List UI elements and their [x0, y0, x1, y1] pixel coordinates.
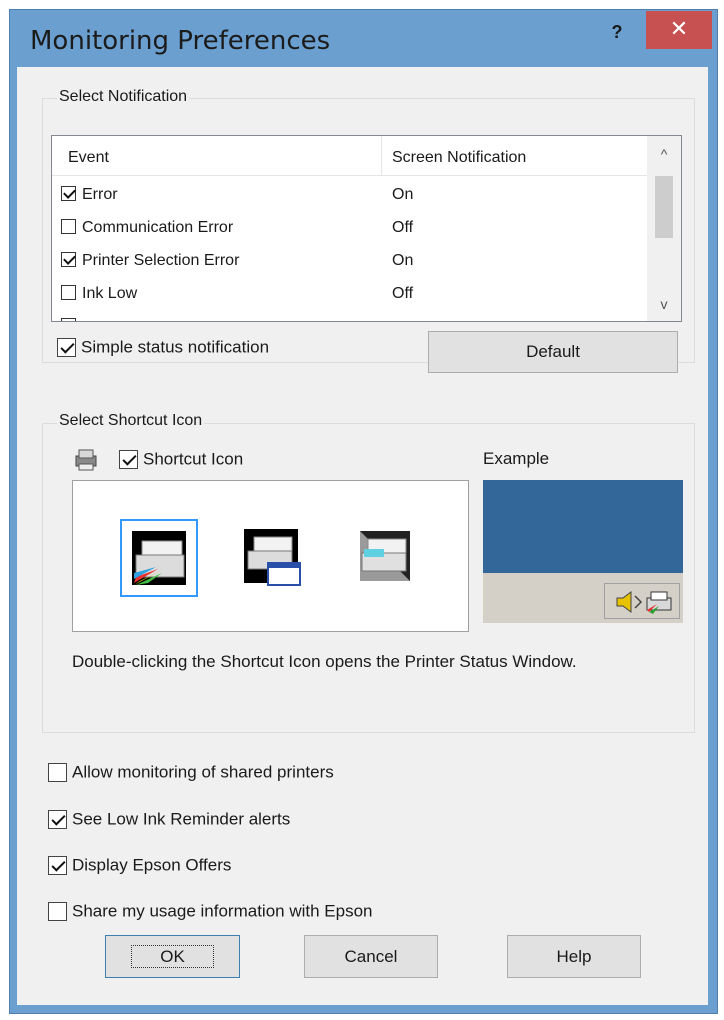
shortcut-icon-option-2[interactable] — [234, 519, 312, 597]
event-checkbox[interactable] — [61, 219, 76, 234]
option-checkbox[interactable] — [48, 763, 67, 783]
list-scrollbar[interactable]: ^ v — [647, 136, 681, 321]
option-label: Share my usage information with Epson — [72, 901, 373, 921]
event-status: On — [392, 252, 414, 269]
tray-icons — [616, 591, 672, 614]
option-low-ink-alerts[interactable]: See Low Ink Reminder alerts — [48, 809, 290, 830]
scroll-down-icon[interactable]: v — [647, 296, 681, 312]
option-checkbox[interactable] — [48, 856, 67, 876]
printer-color-icon — [132, 531, 186, 585]
shortcut-description: Double-clicking the Shortcut Icon opens … — [72, 652, 577, 671]
simple-status-option[interactable]: Simple status notification — [57, 337, 269, 358]
window-title: Monitoring Preferences — [30, 26, 331, 56]
event-checkbox[interactable] — [61, 318, 76, 321]
event-name: Ink Low — [82, 285, 138, 302]
shortcut-icon-checkbox[interactable] — [119, 450, 138, 470]
shortcut-icon-option[interactable]: Shortcut Icon — [119, 449, 243, 470]
help-button[interactable]: Help — [507, 935, 641, 978]
default-button[interactable]: Default — [428, 331, 678, 373]
option-share-usage[interactable]: Share my usage information with Epson — [48, 901, 373, 922]
close-icon[interactable]: ✕ — [646, 11, 712, 49]
option-checkbox[interactable] — [48, 902, 67, 922]
example-tray — [604, 583, 680, 619]
event-name: Error — [82, 186, 118, 203]
simple-status-label: Simple status notification — [81, 337, 270, 357]
list-row[interactable]: Communication Error Off — [52, 211, 647, 244]
ok-button[interactable]: OK — [105, 935, 240, 978]
option-label: See Low Ink Reminder alerts — [72, 809, 291, 829]
event-name: Printer Selection Error — [82, 252, 240, 269]
event-checkbox[interactable] — [61, 252, 76, 267]
list-row-partial[interactable] — [52, 310, 647, 321]
printer-icon — [73, 448, 99, 477]
scroll-up-icon[interactable]: ^ — [647, 146, 681, 162]
shortcut-icon-label: Shortcut Icon — [143, 449, 244, 469]
shortcut-icon-picker[interactable] — [72, 480, 469, 632]
notification-list[interactable]: Event Screen Notification Error On Commu… — [51, 135, 682, 322]
ok-label: OK — [131, 945, 214, 968]
event-checkbox[interactable] — [61, 186, 76, 201]
list-row[interactable]: Printer Selection Error On — [52, 244, 647, 277]
example-label: Example — [483, 449, 550, 468]
column-screen-notification[interactable]: Screen Notification — [392, 149, 526, 167]
list-header: Event Screen Notification — [52, 136, 647, 176]
column-event[interactable]: Event — [68, 149, 109, 167]
select-shortcut-title: Select Shortcut Icon — [57, 412, 205, 430]
cancel-button[interactable]: Cancel — [304, 935, 438, 978]
event-name: Communication Error — [82, 219, 234, 236]
option-label: Allow monitoring of shared printers — [72, 762, 334, 782]
shortcut-icon-option-3[interactable] — [348, 519, 426, 597]
option-label: Display Epson Offers — [72, 855, 232, 875]
example-desktop-preview — [483, 480, 683, 573]
printer-plain-icon — [360, 531, 410, 581]
option-epson-offers[interactable]: Display Epson Offers — [48, 855, 231, 876]
option-allow-monitoring[interactable]: Allow monitoring of shared printers — [48, 762, 334, 783]
shortcut-icon-option-1[interactable] — [120, 519, 198, 597]
help-icon[interactable]: ? — [592, 20, 642, 48]
list-row[interactable]: Ink Low Off — [52, 277, 647, 310]
simple-status-checkbox[interactable] — [57, 338, 76, 358]
option-checkbox[interactable] — [48, 810, 67, 830]
select-notification-title: Select Notification — [57, 88, 190, 106]
event-status: On — [392, 186, 414, 203]
column-separator[interactable] — [381, 136, 382, 176]
scroll-thumb[interactable] — [655, 176, 673, 238]
title-bar[interactable]: Monitoring Preferences ? ✕ — [10, 10, 717, 68]
printer-window-icon — [244, 529, 301, 586]
event-status: Off — [392, 285, 414, 302]
event-checkbox[interactable] — [61, 285, 76, 300]
event-status: Off — [392, 219, 414, 236]
list-row[interactable]: Error On — [52, 178, 647, 211]
